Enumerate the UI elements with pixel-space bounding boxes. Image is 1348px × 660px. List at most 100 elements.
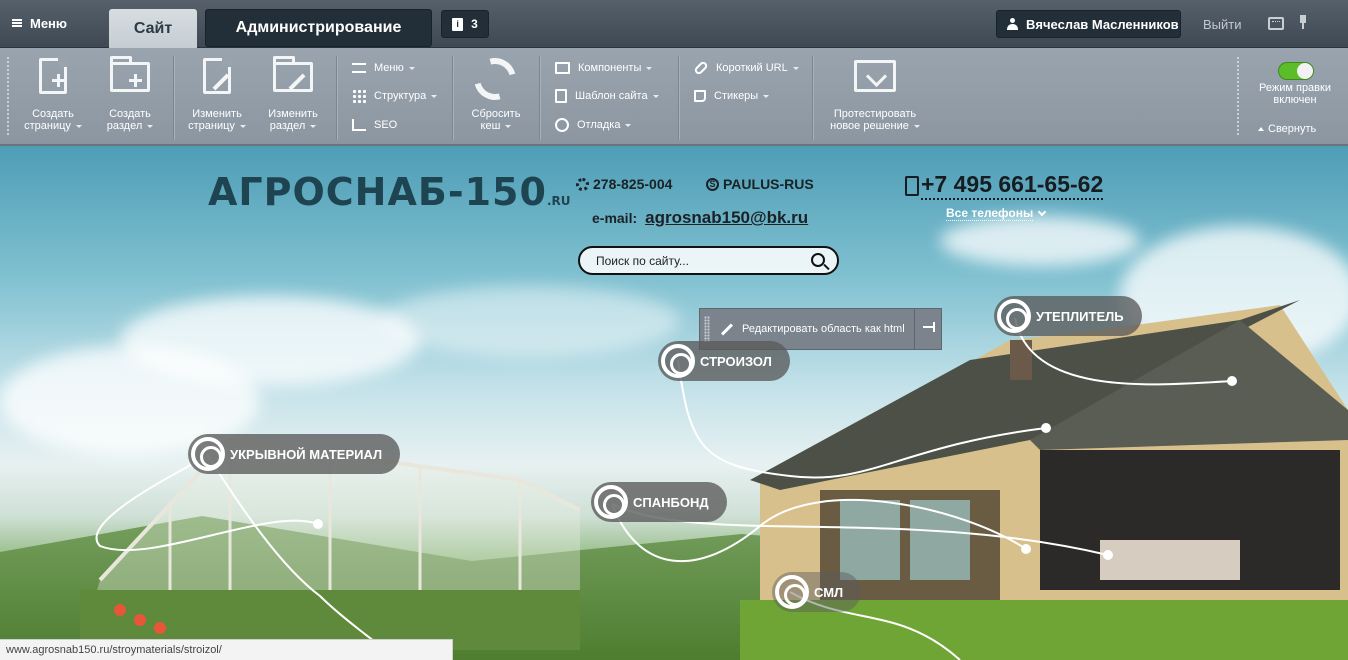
chevron-down-icon	[431, 94, 438, 98]
main-phone[interactable]: +7 495 661-65-62	[905, 171, 1104, 200]
chevron-down-icon	[310, 124, 317, 128]
tab-administration[interactable]: Администрирование	[205, 9, 432, 47]
connector-dot	[1021, 544, 1031, 554]
notifications-button[interactable]: i 3	[441, 10, 489, 38]
all-phones-link[interactable]: Все телефоны	[946, 206, 1047, 221]
grid-icon	[352, 89, 366, 103]
phone-icon	[905, 175, 919, 196]
collapse-button[interactable]: Свернуть	[1258, 123, 1316, 135]
seo-button[interactable]: SEO	[352, 117, 397, 133]
skype-icon: S	[706, 177, 719, 191]
contact-skype: S PAULUS-RUS	[706, 176, 814, 192]
refresh-icon	[466, 50, 524, 108]
structure-dropdown[interactable]: Структура	[352, 88, 438, 104]
chevron-down-icon	[408, 66, 415, 70]
chevron-down-icon	[646, 66, 653, 70]
browser-status-bar: www.agrosnab150.ru/stroymaterials/stroiz…	[0, 639, 453, 660]
test-solution-button[interactable]: Протестировать новое решение	[825, 58, 925, 132]
monitor-download-icon	[853, 58, 897, 98]
search-icon[interactable]	[811, 253, 825, 267]
chevron-down-icon	[763, 94, 770, 98]
toolbar-divider	[539, 56, 540, 140]
clear-cache-button[interactable]: Сбросить кеш	[461, 50, 531, 132]
toolbar-divider	[452, 56, 453, 140]
info-icon: i	[452, 17, 464, 31]
menu-button[interactable]: Меню	[12, 10, 67, 36]
pin-icon[interactable]	[1298, 15, 1308, 29]
drag-handle[interactable]	[704, 316, 710, 342]
connector-dot	[1103, 550, 1113, 560]
connector-dot	[1227, 376, 1237, 386]
contact-phone-small: 278-825-004	[576, 176, 672, 192]
link-icon	[693, 60, 709, 76]
chevron-down-icon	[652, 94, 659, 98]
create-section-button[interactable]: Создать раздел	[95, 56, 165, 132]
search-input[interactable]: Поиск по сайту...	[578, 246, 839, 275]
pencil-icon	[720, 322, 734, 336]
site-template-dropdown[interactable]: Шаблон сайта	[555, 88, 659, 104]
hamburger-icon	[12, 19, 22, 27]
pin-stroizol[interactable]: СТРОИЗОЛ	[658, 341, 790, 381]
site-logo[interactable]: АГРОСНАБ-150.RU	[208, 170, 570, 214]
target-icon	[594, 485, 628, 519]
chevron-up-icon	[1258, 127, 1264, 131]
edit-page-icon	[195, 58, 239, 98]
debug-dropdown[interactable]: Отладка	[555, 117, 632, 133]
pin-insulation[interactable]: УТЕПЛИТЕЛЬ	[994, 296, 1142, 336]
target-icon	[191, 437, 225, 471]
toolbar-grip[interactable]	[6, 56, 10, 136]
user-button[interactable]: Вячеслав Масленников	[996, 10, 1181, 38]
chevron-down-icon	[505, 124, 512, 128]
edit-mode-toggle[interactable]	[1278, 62, 1314, 80]
chevron-down-icon	[792, 66, 799, 70]
toolbar-grip[interactable]	[1236, 56, 1240, 136]
chevron-down-icon	[147, 124, 154, 128]
pin-covering-material[interactable]: УКРЫВНОЙ МАТЕРИАЛ	[188, 434, 401, 474]
new-page-icon	[31, 58, 75, 98]
keyboard-icon[interactable]	[1268, 17, 1284, 30]
gauge-icon	[555, 118, 569, 132]
contact-email: e-mail: agrosnab150@bk.ru	[592, 208, 809, 228]
edit-section-button[interactable]: Изменить раздел	[258, 56, 328, 132]
admin-topbar: Меню Сайт Администрирование i 3 Вячеслав…	[0, 0, 1348, 49]
email-link[interactable]: agrosnab150@bk.ru	[645, 208, 808, 228]
pin-spunbond[interactable]: СПАНБОНД	[591, 482, 727, 522]
chevron-down-icon	[913, 124, 920, 128]
notifications-count: 3	[471, 17, 478, 31]
chevron-down-icon	[239, 124, 246, 128]
short-url-dropdown[interactable]: Короткий URL	[693, 60, 799, 76]
chevron-down-icon	[625, 123, 632, 127]
chevron-down-icon	[75, 124, 82, 128]
template-icon	[555, 89, 567, 103]
stickers-dropdown[interactable]: Стикеры	[694, 88, 770, 104]
pin-sml[interactable]: СМЛ	[772, 572, 862, 612]
logout-link[interactable]: Выйти	[1203, 17, 1242, 32]
target-icon	[997, 299, 1031, 333]
list-icon	[352, 63, 366, 73]
components-dropdown[interactable]: Компоненты	[555, 60, 653, 76]
pin-icon[interactable]	[923, 322, 935, 332]
target-icon	[661, 344, 695, 378]
target-icon	[775, 575, 809, 609]
toolbar-divider	[678, 56, 679, 140]
edit-folder-icon	[271, 56, 315, 98]
connector-dot	[1041, 423, 1051, 433]
edit-mode-label: Режим правки включен	[1259, 82, 1331, 106]
flower-icon	[576, 177, 589, 191]
tab-site[interactable]: Сайт	[109, 9, 197, 49]
user-name: Вячеслав Масленников	[1026, 16, 1179, 32]
connector-dot	[313, 519, 323, 529]
menu-dropdown[interactable]: Меню	[352, 60, 415, 76]
sticker-icon	[694, 90, 706, 102]
toolbar-divider	[812, 56, 813, 140]
chart-icon	[352, 119, 366, 131]
create-page-button[interactable]: Создать страницу	[18, 58, 88, 132]
user-icon	[1007, 18, 1018, 30]
new-folder-icon	[108, 56, 152, 98]
edit-page-button[interactable]: Изменить страницу	[182, 58, 252, 132]
components-icon	[555, 62, 570, 74]
chevron-down-icon	[1037, 207, 1047, 216]
admin-toolbar: Создать страницу Создать раздел Изменить…	[0, 48, 1348, 146]
toolbar-divider	[336, 56, 337, 140]
menu-label: Меню	[30, 15, 68, 31]
